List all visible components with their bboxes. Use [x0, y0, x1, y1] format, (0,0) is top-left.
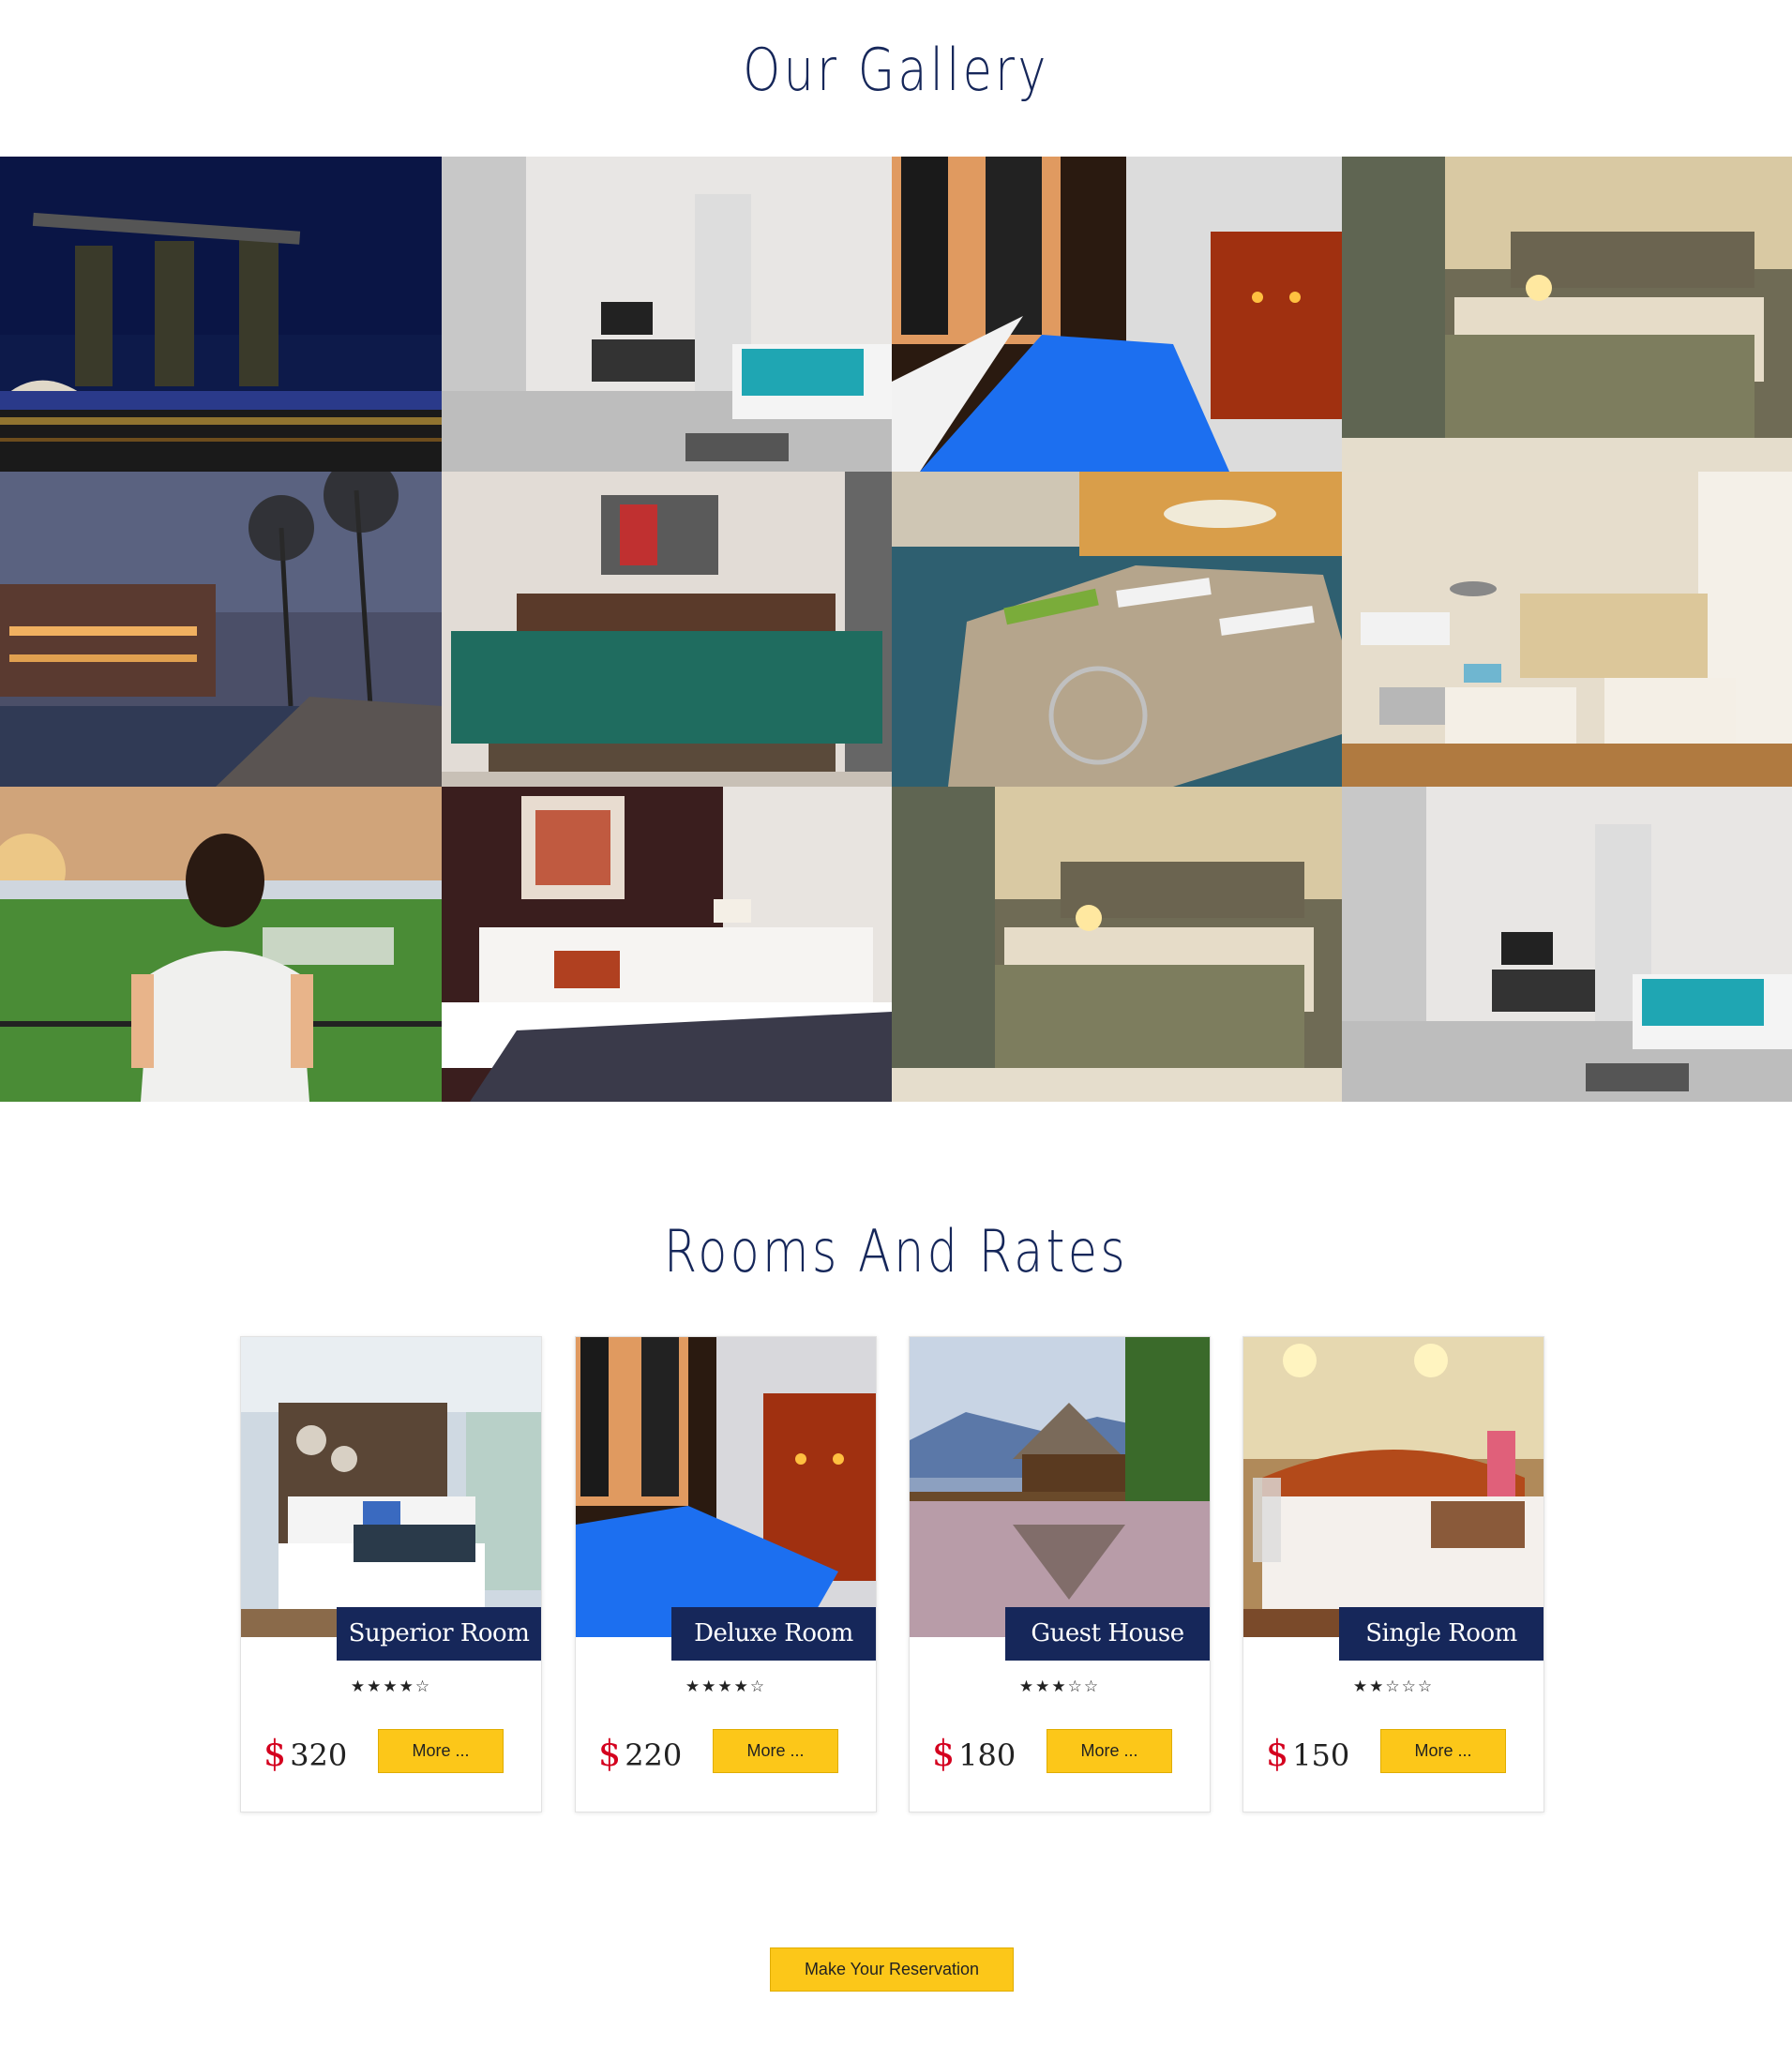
rating-stars-single: ★★☆☆☆ [1352, 1677, 1435, 1696]
gallery-image-rooftop-pool[interactable] [892, 157, 1342, 472]
gallery-image-resort-palms[interactable] [0, 472, 442, 787]
room-name-deluxe: Deluxe Room [671, 1607, 876, 1661]
gallery-image-bedroom-green-2[interactable] [892, 787, 1342, 1102]
gallery-image-bedroom-green[interactable] [1342, 157, 1792, 472]
price-value: 150 [1292, 1737, 1350, 1773]
room-card-deluxe: Deluxe Room ★★★★☆ $220 More ... [575, 1336, 877, 1812]
room-card-single: Single Room ★★☆☆☆ $150 More ... [1242, 1336, 1544, 1812]
room-card-superior: Superior Room ★★★★☆ $320 More ... [240, 1336, 542, 1812]
gallery-image-marina-bay[interactable] [0, 157, 442, 472]
price-value: 180 [958, 1737, 1016, 1773]
currency-symbol: $ [1266, 1733, 1289, 1774]
room-name-single: Single Room [1339, 1607, 1544, 1661]
price-value: 220 [625, 1737, 683, 1773]
room-photo-guest-house[interactable] [910, 1337, 1210, 1637]
room-name-superior: Superior Room [337, 1607, 541, 1661]
rating-stars-deluxe: ★★★★☆ [685, 1677, 767, 1696]
price-superior: $320 [264, 1733, 347, 1774]
currency-symbol: $ [932, 1733, 956, 1774]
price-single: $150 [1266, 1733, 1349, 1774]
make-reservation-button[interactable]: Make Your Reservation [770, 1947, 1014, 1992]
gallery-grid [0, 157, 1792, 1102]
more-button-deluxe[interactable]: More ... [713, 1729, 838, 1773]
rating-stars-guest-house: ★★★☆☆ [1018, 1677, 1101, 1696]
price-deluxe: $220 [598, 1733, 682, 1774]
more-button-single[interactable]: More ... [1380, 1729, 1506, 1773]
currency-symbol: $ [598, 1733, 622, 1774]
gallery-image-infinity-pool[interactable] [892, 472, 1342, 787]
price-value: 320 [290, 1737, 348, 1773]
gallery-image-bedroom-living-2[interactable] [1342, 787, 1792, 1102]
gallery-image-bedroom-portrait[interactable] [442, 787, 892, 1102]
price-guest-house: $180 [932, 1733, 1016, 1774]
rooms-list: Superior Room ★★★★☆ $320 More ... Deluxe… [0, 1336, 1792, 1812]
rating-stars-superior: ★★★★☆ [350, 1677, 432, 1696]
currency-symbol: $ [264, 1733, 287, 1774]
more-button-guest-house[interactable]: More ... [1047, 1729, 1172, 1773]
gallery-image-twin-beds[interactable] [442, 472, 892, 787]
gallery-title: Our Gallery [743, 36, 1049, 104]
room-photo-deluxe[interactable] [576, 1337, 876, 1637]
gallery-image-bright-room[interactable] [1342, 472, 1792, 787]
room-card-guest-house: Guest House ★★★☆☆ $180 More ... [909, 1336, 1211, 1812]
gallery-image-woman-overlooking[interactable] [0, 787, 442, 1102]
rooms-title: Rooms And Rates [663, 1217, 1129, 1286]
more-button-superior[interactable]: More ... [378, 1729, 504, 1773]
room-photo-superior[interactable] [241, 1337, 541, 1637]
gallery-image-bedroom-living[interactable] [442, 157, 892, 472]
room-name-guest-house: Guest House [1005, 1607, 1210, 1661]
room-photo-single[interactable] [1243, 1337, 1544, 1637]
